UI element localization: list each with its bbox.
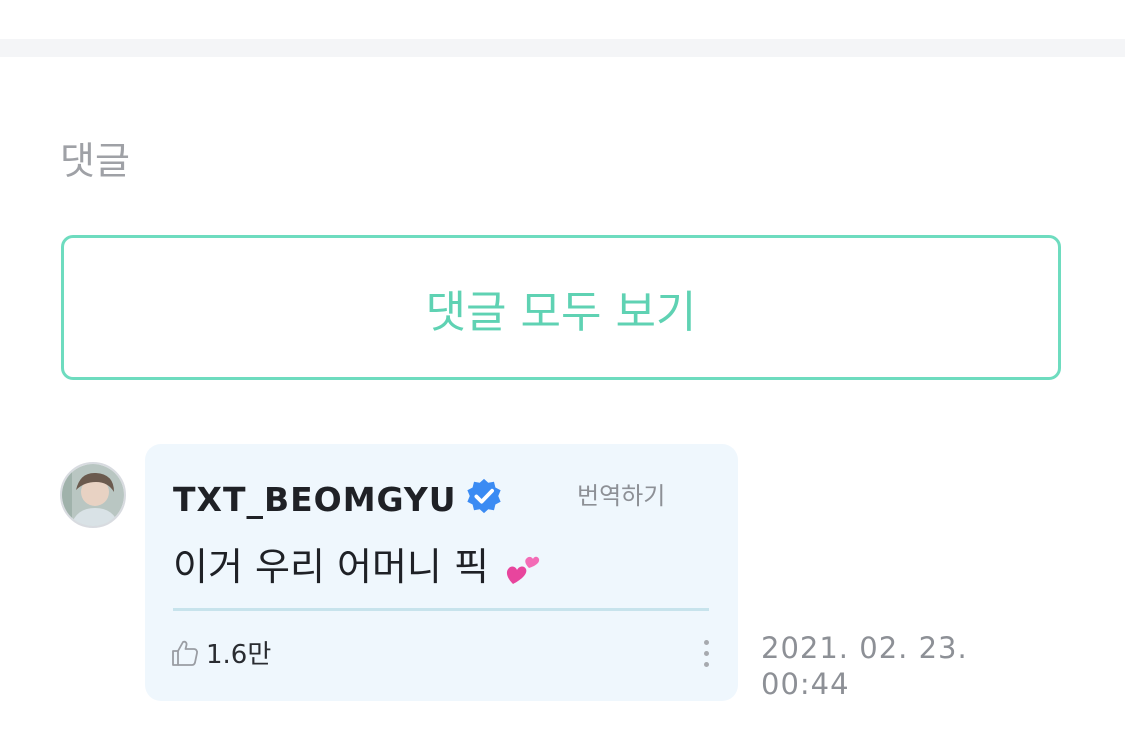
avatar-image [62,464,124,526]
more-options-icon[interactable] [696,640,716,674]
comment-bubble: TXT_BEOMGYU 번역하기 이거 우리 어머니 픽 1.6만 [145,444,738,701]
top-divider [0,39,1125,57]
like-count: 1.6만 [206,640,272,670]
timestamp-time: 00:44 [761,667,850,701]
comment-author[interactable]: TXT_BEOMGYU [173,480,457,519]
comment-timestamp: 2021. 02. 23. 00:44 [761,630,968,702]
translate-button[interactable]: 번역하기 [577,476,665,511]
view-all-comments-button[interactable]: 댓글 모두 보기 [61,235,1061,380]
timestamp-date: 2021. 02. 23. [761,631,968,665]
comment-divider [173,608,709,611]
like-button[interactable]: 1.6만 [170,634,271,671]
comment-text: 이거 우리 어머니 픽 [173,536,545,591]
verified-badge-icon [467,478,501,514]
avatar[interactable] [60,462,126,528]
two-hearts-icon [506,556,540,584]
comments-section-title: 댓글 [60,139,130,183]
thumbs-up-icon [172,640,198,666]
comment-text-content: 이거 우리 어머니 픽 [173,545,489,589]
